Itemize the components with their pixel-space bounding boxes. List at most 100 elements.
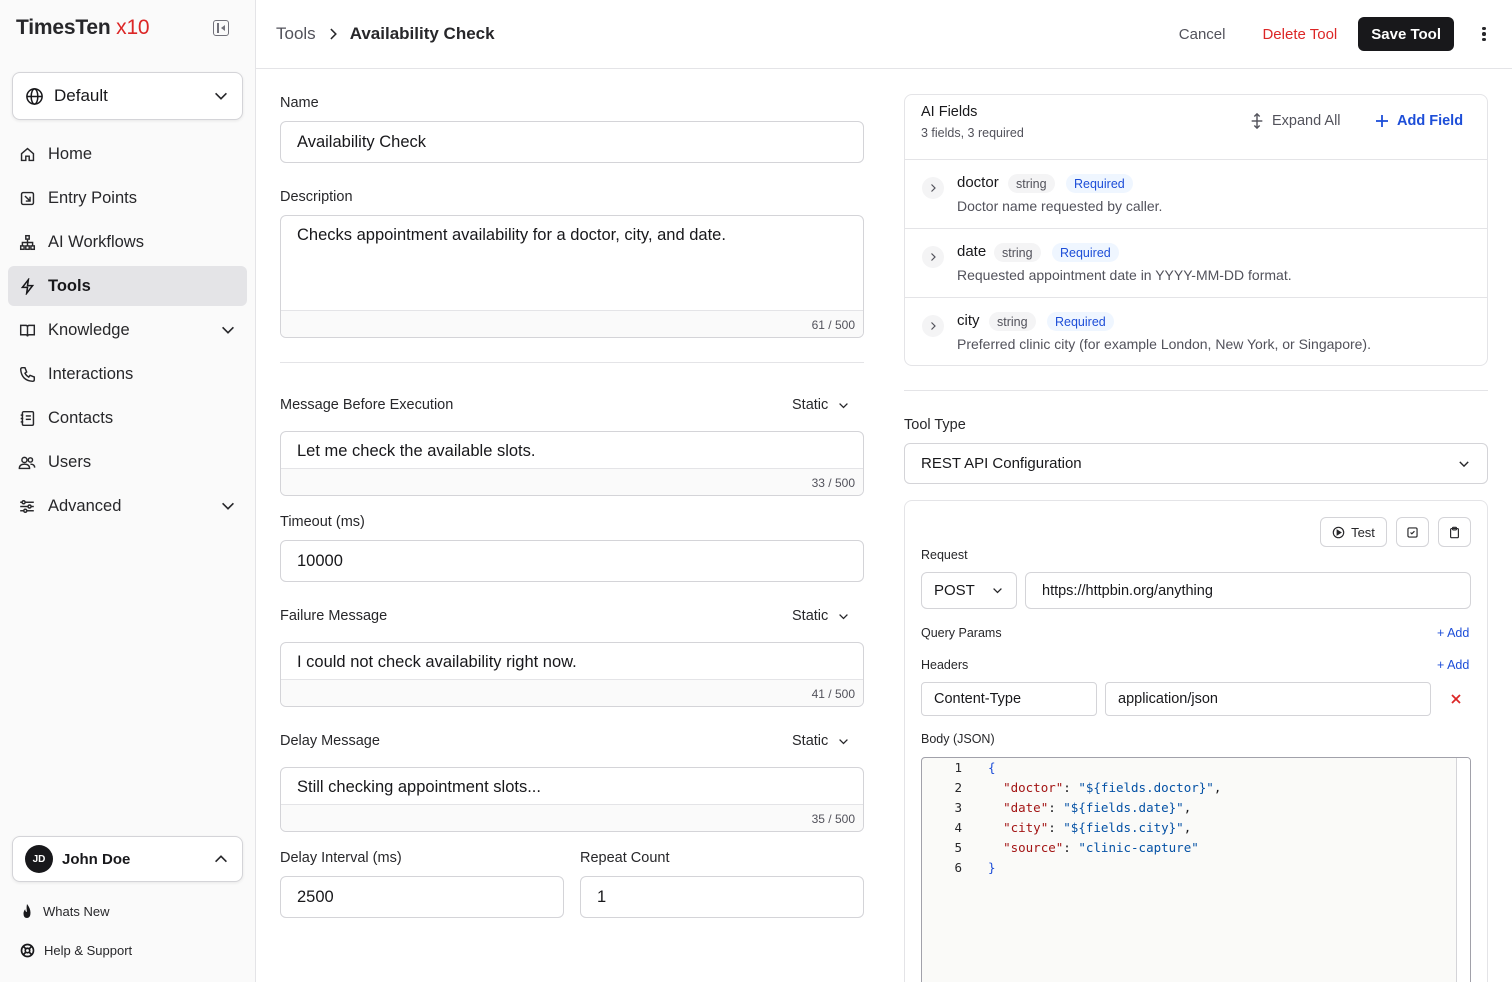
nav-item-users[interactable]: Users	[8, 442, 247, 482]
cancel-button[interactable]: Cancel	[1179, 26, 1226, 43]
field-name: date	[957, 243, 987, 260]
clipboard-button[interactable]	[1438, 517, 1471, 547]
chevron-down-icon	[993, 588, 1002, 594]
description-label: Description	[280, 189, 353, 205]
ai-fields-title: AI Fields	[921, 104, 978, 120]
code-line: "city": "${fields.city}",	[1003, 820, 1192, 835]
workflow-icon	[18, 233, 36, 251]
divider	[280, 362, 864, 363]
avatar: JD	[25, 845, 53, 873]
chevron-down-icon	[839, 738, 849, 744]
field-name: doctor	[957, 174, 999, 191]
expand-all-button[interactable]: Expand All	[1250, 113, 1341, 129]
flame-icon	[23, 904, 31, 918]
nav-item-knowledge[interactable]: Knowledge	[8, 310, 247, 350]
chevron-right-icon[interactable]	[922, 177, 944, 199]
workspace-label: Default	[54, 86, 108, 105]
timeout-input[interactable]: 10000	[280, 540, 864, 582]
chevron-right-icon[interactable]	[922, 246, 944, 268]
expand-icon	[1251, 113, 1263, 129]
ai-field-row-doctor[interactable]: doctor string Required Doctor name reque…	[905, 159, 1487, 228]
lifebuoy-icon	[20, 943, 35, 958]
tool-type-label: Tool Type	[904, 417, 966, 433]
field-description: Doctor name requested by caller.	[957, 198, 1163, 214]
chevron-up-icon	[215, 855, 227, 863]
add-header-link[interactable]: + Add	[1437, 658, 1469, 672]
plus-icon	[1376, 115, 1388, 127]
failure-message-textarea[interactable]: I could not check availability right now…	[280, 642, 864, 707]
edit-button[interactable]	[1396, 517, 1429, 547]
nav-item-home[interactable]: Home	[8, 134, 247, 174]
nav-item-ai-workflows[interactable]: AI Workflows	[8, 222, 247, 262]
globe-icon	[26, 87, 43, 105]
collapse-sidebar-icon[interactable]	[213, 20, 229, 36]
save-tool-button[interactable]: Save Tool	[1358, 17, 1454, 51]
chevron-right-icon[interactable]	[922, 315, 944, 337]
code-line: "source": "clinic-capture"	[1003, 840, 1199, 855]
url-input[interactable]: https://httpbin.org/anything	[1025, 572, 1471, 609]
repeat-count-input[interactable]: 1	[580, 876, 864, 918]
field-description: Preferred clinic city (for example Londo…	[957, 336, 1371, 352]
breadcrumb-tools[interactable]: Tools	[276, 24, 316, 44]
workspace-selector[interactable]: Default	[12, 72, 243, 120]
required-badge: Required	[1047, 312, 1114, 331]
char-counter: 61 / 500	[281, 310, 863, 337]
clipboard-icon	[1450, 526, 1459, 538]
play-circle-icon	[1332, 526, 1345, 538]
failure-mode-select[interactable]: Static	[792, 608, 850, 624]
edit-icon	[1407, 526, 1418, 538]
ai-fields-summary: 3 fields, 3 required	[921, 126, 1024, 140]
main-nav: Home Entry Points AI Workflows Tools Kno…	[8, 134, 247, 530]
char-counter: 33 / 500	[281, 468, 863, 495]
add-query-param-link[interactable]: + Add	[1437, 626, 1469, 640]
help-support-link[interactable]: Help & Support	[20, 943, 132, 958]
entry-icon	[18, 189, 36, 207]
name-input[interactable]: Availability Check	[280, 121, 864, 163]
brand-logo[interactable]: TimesTen x10	[16, 16, 150, 40]
timeout-label: Timeout (ms)	[280, 514, 365, 530]
name-label: Name	[280, 95, 319, 111]
ai-field-row-date[interactable]: date string Required Requested appointme…	[905, 228, 1487, 297]
user-menu[interactable]: JD John Doe	[12, 836, 243, 882]
remove-header-icon[interactable]	[1451, 694, 1461, 704]
nav-item-advanced[interactable]: Advanced	[8, 486, 247, 526]
field-description: Requested appointment date in YYYY-MM-DD…	[957, 267, 1292, 283]
test-button[interactable]: Test	[1320, 517, 1387, 547]
delete-tool-button[interactable]: Delete Tool	[1262, 26, 1337, 43]
message-before-mode-select[interactable]: Static	[792, 397, 850, 413]
more-options-icon[interactable]	[1476, 26, 1492, 42]
message-before-textarea[interactable]: Let me check the available slots. 33 / 5…	[280, 431, 864, 496]
headers-label: Headers	[921, 658, 969, 672]
contacts-icon	[18, 409, 36, 427]
ai-field-row-city[interactable]: city string Required Preferred clinic ci…	[905, 297, 1487, 366]
json-body-editor[interactable]: 1 2 3 4 5 6 { "doctor": "${fields.doctor…	[921, 757, 1471, 982]
type-badge: string	[1008, 174, 1055, 193]
whats-new-link[interactable]: Whats New	[20, 903, 109, 919]
char-counter: 41 / 500	[281, 679, 863, 706]
failure-message-label: Failure Message	[280, 608, 388, 624]
add-field-button[interactable]: Add Field	[1375, 113, 1463, 129]
method-select[interactable]: POST	[921, 572, 1017, 609]
header-key-input[interactable]: Content-Type	[921, 682, 1097, 716]
nav-item-interactions[interactable]: Interactions	[8, 354, 247, 394]
tool-type-select[interactable]: REST API Configuration	[904, 443, 1488, 484]
editor-scrollbar[interactable]	[1456, 758, 1470, 982]
nav-item-tools[interactable]: Tools	[8, 266, 247, 306]
header-value-input[interactable]: application/json	[1105, 682, 1431, 716]
home-icon	[18, 145, 36, 163]
chevron-down-icon	[839, 613, 849, 619]
nav-item-contacts[interactable]: Contacts	[8, 398, 247, 438]
page-header: Tools Availability Check Cancel Delete T…	[256, 0, 1512, 69]
delay-interval-label: Delay Interval (ms)	[280, 850, 402, 866]
field-name: city	[957, 312, 980, 329]
rest-config-card: Test Request POST https://httpbin.org/an…	[904, 500, 1488, 982]
delay-message-textarea[interactable]: Still checking appointment slots... 35 /…	[280, 767, 864, 832]
delay-mode-select[interactable]: Static	[792, 733, 850, 749]
char-counter: 35 / 500	[281, 804, 863, 831]
description-textarea[interactable]: Checks appointment availability for a do…	[280, 215, 864, 338]
users-icon	[18, 453, 36, 471]
nav-item-entry-points[interactable]: Entry Points	[8, 178, 247, 218]
delay-interval-input[interactable]: 2500	[280, 876, 564, 918]
chevron-down-icon	[222, 326, 234, 334]
type-badge: string	[989, 312, 1036, 331]
